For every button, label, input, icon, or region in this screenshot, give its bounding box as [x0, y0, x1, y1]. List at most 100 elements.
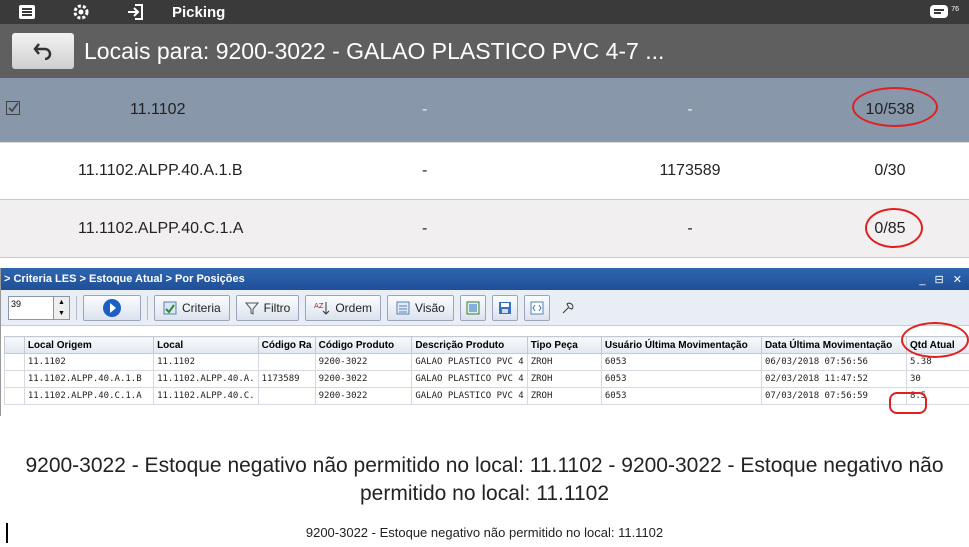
table-cell: ZROH — [526, 353, 602, 371]
column-header[interactable]: Data Última Movimentação — [760, 336, 907, 354]
error-message-large: 9200-3022 - Estoque negativo não permiti… — [25, 454, 944, 505]
location-row[interactable]: 11.1102 - - 10/538 — [0, 78, 969, 142]
screenshot-composite: Picking 76 Locais para: 9200-3022 - GALA… — [0, 0, 969, 547]
row-selector[interactable] — [4, 387, 25, 405]
row-selector[interactable] — [4, 353, 25, 371]
table-cell: GALAO PLASTICO PVC 4 — [411, 370, 528, 388]
page-size-spinner[interactable]: 39 ▲ ▼ — [8, 295, 70, 320]
table-cell: 06/03/2018 07:56:56 — [760, 353, 907, 371]
table-cell — [257, 353, 316, 371]
row-selector[interactable] — [4, 370, 25, 388]
table-row[interactable]: 11.1102.ALPP.40.C.1.A 11.1102.ALPP.40.C.… — [4, 387, 969, 405]
view-label: Visão — [415, 300, 445, 315]
svg-text:AZ: AZ — [314, 302, 324, 310]
table-cell: 1173589 — [257, 370, 316, 388]
annotation-circle — [852, 87, 938, 127]
table-cell: 11.1102 — [153, 353, 259, 371]
table-cell: 02/03/2018 11:47:52 — [760, 370, 907, 388]
table-cell: 6053 — [600, 370, 762, 388]
table-cell: ZROH — [526, 370, 602, 388]
table-cell: ZROH — [526, 387, 602, 405]
export-button[interactable] — [459, 294, 486, 321]
toolbar-separator — [76, 295, 77, 320]
les-window: > Criteria LES > Estoque Atual > Por Pos… — [0, 268, 969, 416]
spreadsheet-icon — [466, 301, 480, 314]
view-button[interactable]: Visão — [387, 294, 454, 321]
column-header[interactable]: Código Produto — [314, 336, 413, 354]
app-title: Picking — [172, 3, 226, 21]
page-header: Locais para: 9200-3022 - GALAO PLASTICO … — [0, 24, 969, 78]
table-cell: 9200-3022 — [314, 353, 413, 371]
column-header[interactable]: Código Ra — [257, 336, 316, 354]
spinner-arrows[interactable]: ▲ ▼ — [53, 296, 69, 319]
table-cell: 11.1102 — [23, 353, 155, 371]
location-col3: 1173589 — [659, 162, 721, 179]
notifications[interactable]: 76 — [929, 4, 959, 20]
save-icon — [498, 301, 511, 314]
error-message-small: 9200-3022 - Estoque negativo não permiti… — [305, 525, 664, 540]
table-row[interactable]: 11.1102.ALPP.40.A.1.B 11.1102.ALPP.40.A.… — [4, 370, 969, 388]
results-table: Local Origem Local Código Ra Código Prod… — [4, 336, 969, 405]
location-code: 11.1102 — [130, 101, 186, 118]
les-title-bar: > Criteria LES > Estoque Atual > Por Pos… — [1, 268, 969, 290]
table-header: Local Origem Local Código Ra Código Prod… — [4, 336, 969, 354]
table-cell: 6053 — [600, 387, 762, 405]
annotation-circle — [889, 392, 927, 414]
location-col3: - — [687, 101, 693, 118]
chevron-down-icon[interactable]: ▼ — [58, 310, 65, 317]
table-cell: 6053 — [600, 353, 762, 371]
column-header[interactable]: Local Origem — [23, 336, 155, 354]
breadcrumb: > Criteria LES > Estoque Atual > Por Pos… — [4, 273, 245, 285]
filter-label: Filtro — [263, 300, 291, 315]
table-cell: 11.1102.ALPP.40.A. — [153, 370, 259, 388]
table-cell: 9200-3022 — [314, 370, 413, 388]
table-cell: 30 — [905, 370, 969, 388]
annotation-circle — [901, 322, 969, 358]
table-cell: GALAO PLASTICO PVC 4 — [411, 353, 528, 371]
filter-icon — [244, 302, 259, 315]
annotation-circle — [865, 208, 923, 248]
back-button[interactable] — [12, 33, 74, 69]
column-header[interactable]: Tipo Peça — [526, 336, 602, 354]
location-col2: - — [422, 162, 428, 179]
location-row[interactable]: 11.1102.ALPP.40.C.1.A - - 0/85 — [0, 200, 969, 258]
column-header[interactable]: Local — [153, 336, 259, 354]
table-cell: 07/03/2018 07:56:59 — [760, 387, 907, 405]
login-icon[interactable] — [108, 0, 162, 24]
notification-icon[interactable] — [929, 4, 949, 20]
gear-icon[interactable] — [54, 0, 108, 24]
page-title: Locais para: 9200-3022 - GALAO PLASTICO … — [84, 37, 665, 64]
notification-count: 76 — [951, 6, 959, 13]
window-controls[interactable]: _ ⊟ ✕ — [919, 273, 965, 286]
page-size-value[interactable]: 39 — [9, 297, 53, 319]
location-qty: 0/30 — [874, 162, 906, 179]
table-cell: 11.1102.ALPP.40.C.1.A — [23, 387, 155, 405]
filter-button[interactable]: Filtro — [235, 294, 300, 321]
pin-icon — [562, 302, 574, 313]
criteria-label: Criteria — [182, 300, 221, 315]
order-button[interactable]: AZ Ordem — [305, 294, 382, 321]
location-col2: - — [422, 219, 428, 237]
chevron-up-icon[interactable]: ▲ — [58, 299, 65, 306]
criteria-icon — [163, 301, 177, 314]
view-icon — [396, 301, 410, 314]
save-button[interactable] — [491, 294, 518, 321]
code-button[interactable] — [523, 294, 550, 321]
location-row[interactable]: 11.1102.ALPP.40.A.1.B - 1173589 0/30 — [0, 142, 969, 200]
run-button[interactable] — [83, 294, 141, 321]
play-icon — [103, 298, 121, 317]
criteria-button[interactable]: Criteria — [154, 294, 230, 321]
select-column[interactable] — [4, 336, 25, 354]
table-cell — [257, 387, 316, 405]
table-cell: 9200-3022 — [314, 387, 413, 405]
table-cell: 11.1102.ALPP.40.C. — [153, 387, 259, 405]
column-header[interactable]: Usuário Última Movimentação — [600, 336, 762, 354]
app-topbar: Picking 76 — [0, 0, 969, 24]
column-header[interactable]: Descrição Produto — [411, 336, 528, 354]
location-code: 11.1102.ALPP.40.C.1.A — [78, 219, 244, 237]
tools-button[interactable] — [556, 295, 582, 321]
menu-icon[interactable] — [0, 0, 54, 24]
text-cursor — [6, 523, 8, 543]
table-row[interactable]: 11.1102 11.1102 9200-3022 GALAO PLASTICO… — [4, 353, 969, 371]
location-col3: - — [687, 219, 693, 237]
